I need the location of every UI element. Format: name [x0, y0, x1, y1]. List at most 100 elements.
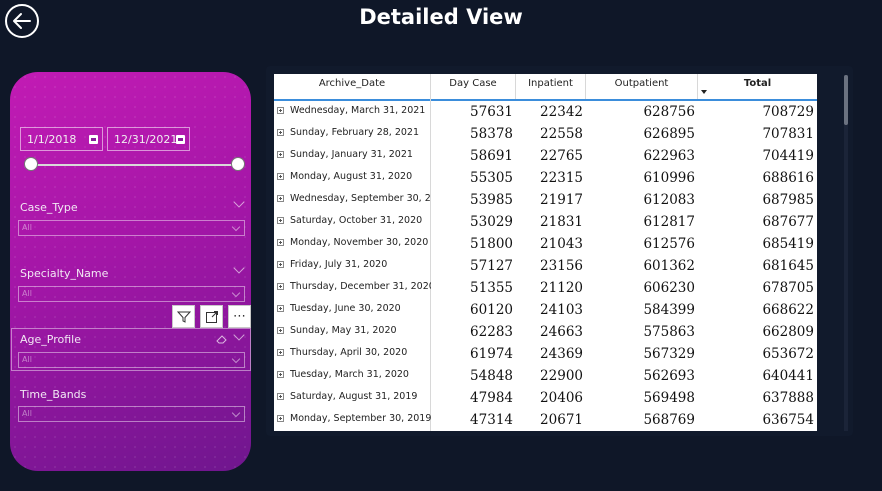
expand-row-icon[interactable] — [277, 151, 284, 158]
time-bands-label: Time_Bands — [20, 388, 87, 401]
archive-date-cell: Thursday, April 30, 2020 — [274, 343, 431, 365]
expand-row-icon[interactable] — [277, 107, 284, 114]
column-header-outpatient[interactable]: Outpatient — [586, 74, 698, 99]
expand-row-icon[interactable] — [277, 217, 284, 224]
table-row[interactable]: Saturday, August 31, 2019 47984 20406 56949… — [274, 387, 817, 409]
total-cell: 707831 — [762, 126, 814, 142]
more-options-button[interactable]: ⋯ — [228, 305, 251, 328]
calendar-icon[interactable] — [176, 135, 185, 144]
slider-start-handle[interactable] — [24, 157, 38, 171]
chevron-down-icon — [231, 288, 241, 298]
expand-row-icon[interactable] — [277, 305, 284, 312]
table-row[interactable]: Sunday, January 31, 2021 58691 22765 622963… — [274, 145, 817, 167]
start-date-input[interactable]: 1/1/2018 — [20, 127, 103, 151]
total-cell: 704419 — [762, 148, 814, 164]
table-row[interactable]: Wednesday, March 31, 2021 57631 22342 62875… — [274, 101, 817, 123]
chevron-down-icon — [231, 408, 241, 418]
inpatient-cell: 22900 — [540, 368, 583, 384]
inpatient-cell: 24369 — [540, 346, 583, 362]
day-case-cell: 58378 — [470, 126, 513, 142]
time-bands-value: All — [22, 409, 32, 418]
expand-row-icon[interactable] — [277, 371, 284, 378]
archive-date-text: Sunday, February 28, 2021 — [290, 127, 420, 138]
day-case-cell: 51800 — [470, 236, 513, 252]
outpatient-cell: 567329 — [643, 346, 695, 362]
total-cell: 688616 — [762, 170, 814, 186]
column-header-archive-date[interactable]: Archive_Date — [274, 74, 431, 99]
inpatient-cell: 22342 — [540, 104, 583, 120]
archive-date-text: Thursday, December 31, 2020 — [290, 281, 431, 292]
expand-row-icon[interactable] — [277, 261, 284, 268]
table-row[interactable]: Monday, August 31, 2020 55305 22315 610996 6… — [274, 167, 817, 189]
table-row[interactable]: Tuesday, March 31, 2020 54848 22900 562693 6… — [274, 365, 817, 387]
day-case-cell: 47984 — [470, 390, 513, 406]
table-row[interactable]: Saturday, October 31, 2020 53029 21831 6128… — [274, 211, 817, 233]
expand-row-icon[interactable] — [277, 349, 284, 356]
specialty-name-select[interactable]: All — [18, 286, 245, 302]
age-profile-select[interactable]: All — [18, 352, 245, 368]
expand-row-icon[interactable] — [277, 415, 284, 422]
archive-date-text: Tuesday, June 30, 2020 — [290, 303, 401, 314]
table-row[interactable]: Wednesday, September 30, 2020 53985 21917 6… — [274, 189, 817, 211]
expand-row-icon[interactable] — [277, 283, 284, 290]
expand-row-icon[interactable] — [277, 173, 284, 180]
total-cell: 668622 — [762, 302, 814, 318]
day-case-cell: 53029 — [470, 214, 513, 230]
table-row[interactable]: Sunday, February 28, 2021 58378 22558 62689… — [274, 123, 817, 145]
column-header-day-case[interactable]: Day Case — [431, 74, 516, 99]
filter-icon — [176, 311, 191, 323]
end-date-input[interactable]: 12/31/2021 — [107, 127, 190, 151]
outpatient-cell: 601362 — [643, 258, 695, 274]
archive-date-cell: Wednesday, March 31, 2021 — [274, 101, 431, 123]
age-profile-label: Age_Profile — [20, 333, 81, 346]
page-title: Detailed View — [359, 5, 523, 29]
day-case-cell: 62283 — [470, 324, 513, 340]
outpatient-cell: 584399 — [643, 302, 695, 318]
outpatient-cell: 612083 — [643, 192, 695, 208]
archive-date-cell: Saturday, October 31, 2020 — [274, 211, 431, 233]
more-options-icon: ⋯ — [233, 309, 246, 324]
date-range-slider[interactable] — [30, 164, 238, 166]
table-row[interactable]: Friday, July 31, 2020 57127 23156 601362 681… — [274, 255, 817, 277]
day-case-cell: 57127 — [470, 258, 513, 274]
table-scrollbar[interactable] — [844, 75, 848, 431]
expand-row-icon[interactable] — [277, 129, 284, 136]
table-row[interactable]: Sunday, May 31, 2020 62283 24663 575863 6628… — [274, 321, 817, 343]
total-cell: 687985 — [762, 192, 814, 208]
day-case-cell: 47314 — [470, 412, 513, 428]
column-header-inpatient[interactable]: Inpatient — [516, 74, 586, 99]
case-type-select[interactable]: All — [18, 220, 245, 236]
table-row[interactable]: Thursday, December 31, 2020 51355 21120 606… — [274, 277, 817, 299]
outpatient-cell: 628756 — [643, 104, 695, 120]
outpatient-cell: 568769 — [643, 412, 695, 428]
slider-end-handle[interactable] — [231, 157, 245, 171]
table-scroll-thumb[interactable] — [844, 75, 848, 125]
focus-mode-button[interactable] — [200, 305, 223, 328]
filter-button[interactable] — [172, 305, 195, 328]
day-case-cell: 60120 — [470, 302, 513, 318]
table-row[interactable]: Tuesday, June 30, 2020 60120 24103 584399 66… — [274, 299, 817, 321]
expand-row-icon[interactable] — [277, 393, 284, 400]
total-cell: 687677 — [762, 214, 814, 230]
archive-date-cell: Sunday, February 28, 2021 — [274, 123, 431, 145]
archive-date-text: Monday, August 31, 2020 — [290, 171, 413, 182]
expand-row-icon[interactable] — [277, 239, 284, 246]
expand-row-icon[interactable] — [277, 327, 284, 334]
archive-date-cell: Sunday, May 31, 2020 — [274, 321, 431, 343]
calendar-icon[interactable] — [89, 135, 98, 144]
day-case-cell: 55305 — [470, 170, 513, 186]
table-row[interactable]: Thursday, April 30, 2020 61974 24369 567329… — [274, 343, 817, 365]
detail-table[interactable]: Archive_Date Day Case Inpatient Outpatie… — [274, 74, 817, 431]
column-header-total[interactable]: Total — [698, 74, 817, 99]
archive-date-text: Friday, July 31, 2020 — [290, 259, 388, 270]
eraser-icon[interactable] — [216, 334, 228, 344]
table-row[interactable]: Monday, September 30, 2019 47314 20671 5687… — [274, 409, 817, 431]
end-date-value: 12/31/2021 — [114, 133, 178, 146]
time-bands-select[interactable]: All — [18, 406, 245, 422]
table-row[interactable]: Monday, November 30, 2020 51800 21043 61257… — [274, 233, 817, 255]
archive-date-cell: Thursday, December 31, 2020 — [274, 277, 431, 299]
inpatient-cell: 20671 — [540, 412, 583, 428]
total-cell: 636754 — [762, 412, 814, 428]
total-cell: 678705 — [762, 280, 814, 296]
expand-row-icon[interactable] — [277, 195, 284, 202]
